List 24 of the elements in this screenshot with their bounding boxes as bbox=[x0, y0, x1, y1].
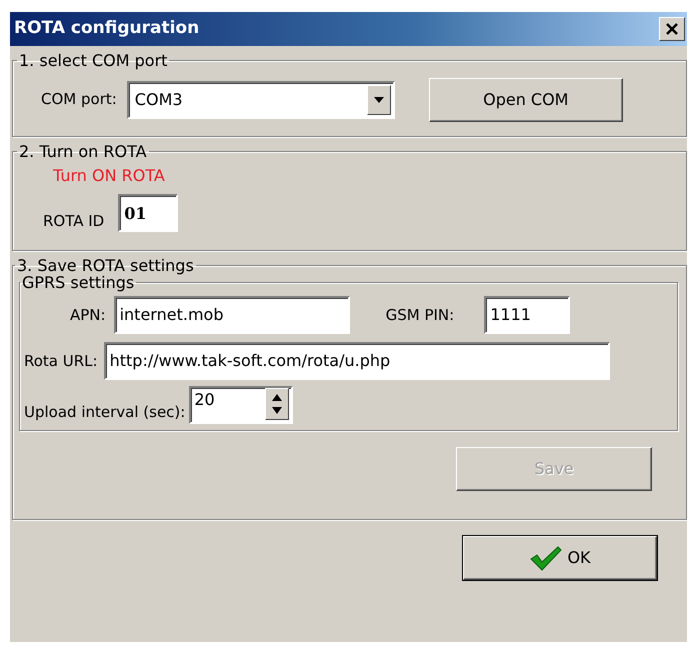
apn-field[interactable]: internet.mob bbox=[114, 296, 350, 334]
field-label: ROTA ID bbox=[43, 210, 104, 232]
open-com-button[interactable]: Open COM bbox=[428, 78, 623, 122]
rota-id-field[interactable]: 01 bbox=[118, 194, 178, 232]
group-title: 2. Turn on ROTA bbox=[18, 142, 148, 160]
group-title: 3. Save ROTA settings bbox=[16, 256, 195, 274]
number-spinner[interactable]: 20 bbox=[189, 386, 294, 424]
window-title: ROTA configuration bbox=[14, 17, 200, 40]
close-button[interactable] bbox=[659, 17, 685, 41]
field-label: Rota URL: bbox=[24, 350, 98, 372]
ok-button[interactable]: OK bbox=[463, 536, 657, 580]
field-label: GSM PIN: bbox=[386, 304, 454, 326]
url-field[interactable]: http://www.tak-soft.com/rota/u.php bbox=[104, 342, 610, 380]
group-title: GPRS settings bbox=[21, 274, 134, 292]
group-title: 1. select COM port bbox=[18, 52, 168, 70]
checkmark-icon bbox=[529, 544, 564, 571]
gsm-pin-field[interactable]: 1111 bbox=[484, 296, 570, 334]
field-label: COM port: bbox=[41, 89, 117, 110]
field-label: APN: bbox=[70, 304, 106, 326]
field-label: Upload interval (sec): bbox=[24, 402, 186, 424]
status-text: Turn ON ROTA bbox=[52, 165, 166, 188]
spin-arrows-icon[interactable] bbox=[265, 388, 290, 420]
close-icon bbox=[665, 22, 679, 36]
dropdown[interactable]: COM3 bbox=[126, 80, 395, 119]
